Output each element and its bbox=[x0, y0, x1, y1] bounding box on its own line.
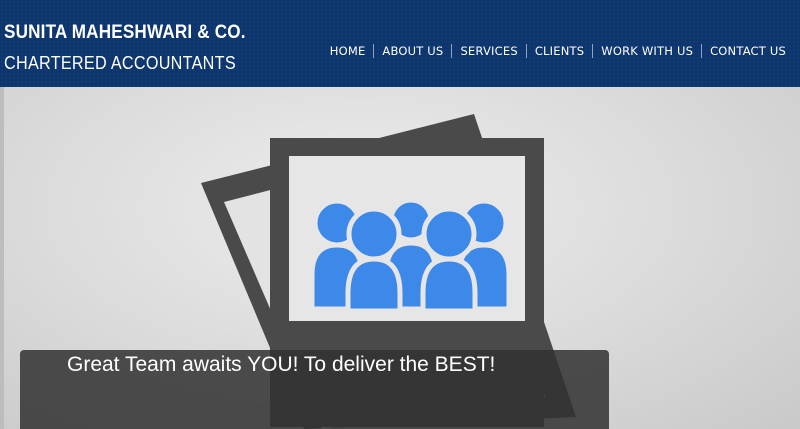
nav-services[interactable]: SERVICES bbox=[452, 44, 525, 58]
hero-caption-text: Great Team awaits YOU! To deliver the BE… bbox=[67, 353, 496, 376]
nav-work-with-us[interactable]: WORK WITH US bbox=[593, 44, 701, 58]
logo-tagline[interactable]: CHARTERED ACCOUNTANTS bbox=[4, 53, 236, 74]
nav-clients[interactable]: CLIENTS bbox=[527, 44, 592, 58]
people-group-icon bbox=[309, 197, 512, 314]
main-nav: HOME ABOUT US SERVICES CLIENTS WORK WITH… bbox=[322, 42, 794, 60]
nav-contact-us[interactable]: CONTACT US bbox=[702, 44, 794, 58]
nav-about-us[interactable]: ABOUT US bbox=[374, 44, 451, 58]
nav-home[interactable]: HOME bbox=[322, 44, 374, 58]
logo-company-name[interactable]: SUNITA MAHESHWARI & CO. bbox=[4, 22, 246, 44]
hero-left-edge bbox=[0, 87, 4, 429]
site-header: SUNITA MAHESHWARI & CO. CHARTERED ACCOUN… bbox=[0, 0, 800, 87]
hero-caption: Great Team awaits YOU! To deliver the BE… bbox=[20, 350, 609, 429]
